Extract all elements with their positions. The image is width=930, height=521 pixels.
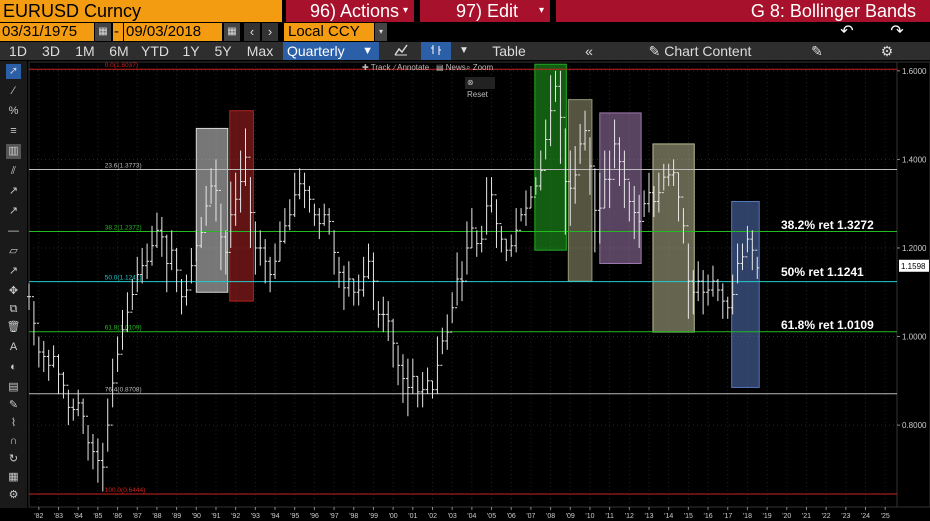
fib-label: 50.0(1.1241) (105, 275, 142, 282)
x-tick-label: '89 (172, 513, 181, 520)
y-tick-label: 1.6000 (902, 67, 927, 76)
x-tick-label: '93 (251, 513, 260, 520)
x-tick-label: '14 (664, 513, 673, 520)
y-axis-panel (896, 61, 930, 508)
x-tick-label: '85 (93, 513, 102, 520)
x-tick-label: '15 (684, 513, 693, 520)
x-tick-label: '22 (822, 513, 831, 520)
x-tick-label: '20 (782, 513, 791, 520)
zoom-toggle[interactable]: ⌕ Zoom (466, 63, 493, 73)
y-tick-label: 1.4000 (902, 155, 927, 164)
x-tick-label: '99 (369, 513, 378, 520)
reset-label: Reset (467, 90, 488, 99)
x-tick-label: '83 (54, 513, 63, 520)
highlight-box (229, 110, 254, 302)
x-tick-label: '94 (270, 513, 279, 520)
reset-button[interactable]: ⊗ Reset (465, 77, 495, 99)
highlight-box (195, 127, 229, 293)
x-tick-label: '86 (113, 513, 122, 520)
x-tick-label: '13 (644, 513, 653, 520)
x-tick-label: '84 (74, 513, 83, 520)
x-tick-label: '82 (34, 513, 43, 520)
x-tick-label: '91 (211, 513, 220, 520)
fib-label: 61.8(1.0109) (105, 325, 142, 332)
news-label: News (445, 63, 466, 72)
track-icon: ✚ (362, 63, 371, 72)
x-tick-label: '23 (841, 513, 850, 520)
x-tick-label: '12 (625, 513, 634, 520)
x-tick-label: '04 (467, 513, 476, 520)
last-price-label: 1.1598 (901, 262, 926, 271)
fib-label: 38.2(1.2372) (105, 224, 142, 231)
x-tick-label: '21 (802, 513, 811, 520)
zoom-label: Zoom (472, 63, 494, 72)
x-tick-label: '01 (408, 513, 417, 520)
track-label: Track (370, 63, 391, 72)
x-tick-label: '17 (723, 513, 732, 520)
x-tick-label: '98 (349, 513, 358, 520)
plot-area (28, 61, 898, 508)
x-tick-label: '00 (389, 513, 398, 520)
retracement-annotation: 50% ret 1.1241 (781, 265, 864, 279)
reset-icon: ⊗ (467, 78, 474, 87)
y-tick-label: 1.2000 (902, 244, 927, 253)
x-tick-label: '18 (743, 513, 752, 520)
fib-label: 23.6(1.3773) (105, 162, 142, 169)
retracement-annotation: 61.8% ret 1.0109 (781, 318, 874, 332)
y-tick-label: 1.0000 (902, 333, 927, 342)
x-tick-label: '87 (133, 513, 142, 520)
x-tick-label: '92 (231, 513, 240, 520)
x-tick-label: '03 (448, 513, 457, 520)
x-tick-label: '06 (507, 513, 516, 520)
x-tick-label: '02 (428, 513, 437, 520)
fib-label: 100.0(0.6444) (105, 487, 145, 494)
x-tick-label: '96 (310, 513, 319, 520)
annotate-label: Annotate (397, 63, 430, 72)
x-tick-label: '90 (192, 513, 201, 520)
track-toggle[interactable]: ✚ Track (362, 63, 390, 73)
x-tick-label: '09 (566, 513, 575, 520)
y-tick-label: 0.8000 (902, 421, 927, 430)
x-tick-label: '16 (703, 513, 712, 520)
highlight-box (599, 112, 642, 264)
x-tick-label: '95 (290, 513, 299, 520)
zoom-icon: ⌕ (466, 63, 473, 72)
x-tick-label: '07 (526, 513, 535, 520)
x-tick-label: '05 (487, 513, 496, 520)
x-tick-label: '88 (152, 513, 161, 520)
annotate-toggle[interactable]: ∕ Annotate (394, 63, 429, 73)
x-tick-label: '11 (605, 513, 614, 520)
retracement-annotation: 38.2% ret 1.3272 (781, 218, 874, 232)
x-tick-label: '08 (546, 513, 555, 520)
fib-label: 0.0(1.6037) (105, 62, 138, 69)
x-tick-label: '97 (330, 513, 339, 520)
x-tick-label: '10 (585, 513, 594, 520)
fib-label: 76.4(0.8708) (105, 387, 142, 394)
x-tick-label: '24 (861, 513, 870, 520)
news-icon: ▤ (436, 63, 446, 72)
x-tick-label: '25 (881, 513, 890, 520)
news-toggle[interactable]: ▤ News (436, 63, 466, 73)
x-tick-label: '19 (763, 513, 772, 520)
